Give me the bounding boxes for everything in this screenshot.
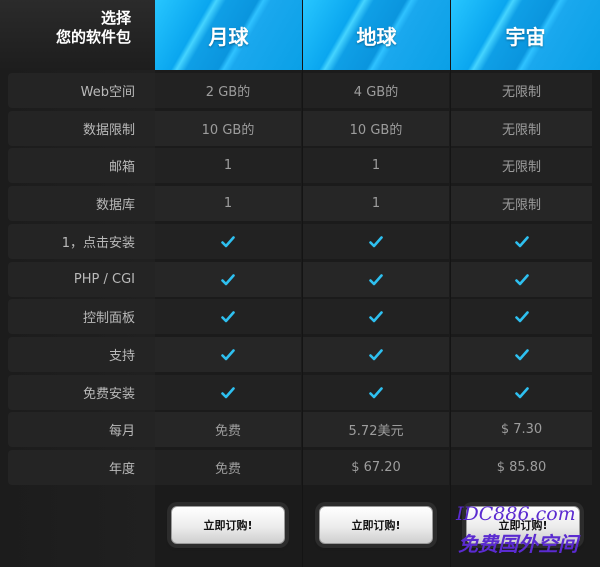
feature-label: 年度 <box>8 450 155 485</box>
feature-value: 1 <box>155 148 301 183</box>
feature-label: 1，点击安装 <box>8 224 155 259</box>
pricing-table: 选择 您的软件包 月球 地球 宇宙 Web空间 2 GB的 4 GB的 无限制 数据限制… <box>0 0 600 567</box>
feature-value: 2 GB的 <box>155 73 301 108</box>
plan-header-universe: 宇宙 <box>451 0 600 70</box>
check-icon <box>451 375 592 410</box>
feature-value: 1 <box>303 186 449 221</box>
check-icon <box>155 262 301 297</box>
feature-label: 数据限制 <box>8 111 155 146</box>
plan-header-moon: 月球 <box>155 0 302 70</box>
check-icon <box>451 262 592 297</box>
table-row: 1，点击安装 <box>8 224 600 259</box>
plan-name-moon: 月球 <box>208 24 249 49</box>
feature-value: 无限制 <box>451 73 592 108</box>
order-button-moon[interactable]: 立即订购! <box>171 506 285 544</box>
feature-value: 无限制 <box>451 148 592 183</box>
plan-name-universe: 宇宙 <box>505 24 546 49</box>
feature-value: 免费 <box>155 450 301 485</box>
feature-value: 5.72美元 <box>303 412 449 447</box>
check-icon <box>303 224 449 259</box>
table-corner: 选择 您的软件包 <box>0 0 155 70</box>
table-row: PHP / CGI <box>8 262 600 297</box>
feature-value: 10 GB的 <box>155 111 301 146</box>
feature-value: 4 GB的 <box>303 73 449 108</box>
table-row: 支持 <box>8 337 600 372</box>
table-row: 邮箱 1 1 无限制 <box>8 148 600 183</box>
feature-label: 每月 <box>8 412 155 447</box>
check-icon <box>451 337 592 372</box>
feature-value: 1 <box>155 186 301 221</box>
check-icon <box>155 224 301 259</box>
check-icon <box>451 299 592 334</box>
check-icon <box>155 375 301 410</box>
feature-value: 无限制 <box>451 111 592 146</box>
check-icon <box>155 337 301 372</box>
feature-value: 10 GB的 <box>303 111 449 146</box>
table-row: 数据限制 10 GB的 10 GB的 无限制 <box>8 111 600 146</box>
feature-value: 1 <box>303 148 449 183</box>
check-icon <box>303 262 449 297</box>
order-button-earth[interactable]: 立即订购! <box>319 506 433 544</box>
feature-label: Web空间 <box>8 73 155 108</box>
feature-label: 数据库 <box>8 186 155 221</box>
plan-name-earth: 地球 <box>356 24 397 49</box>
check-icon <box>303 375 449 410</box>
check-icon <box>303 337 449 372</box>
table-row: 年度 免费 $ 67.20 $ 85.80 <box>8 450 600 485</box>
feature-label: 免费安装 <box>8 375 155 410</box>
check-icon <box>451 224 592 259</box>
table-row: 数据库 1 1 无限制 <box>8 186 600 221</box>
table-row: 免费安装 <box>8 375 600 410</box>
check-icon <box>303 299 449 334</box>
feature-label: 控制面板 <box>8 299 155 334</box>
table-row: 控制面板 <box>8 299 600 334</box>
feature-label: PHP / CGI <box>8 262 155 297</box>
watermark-tagline: 免费国外空间 <box>458 532 578 556</box>
table-row: Web空间 2 GB的 4 GB的 无限制 <box>8 73 600 108</box>
feature-value: $ 7.30 <box>451 412 592 447</box>
feature-value: 免费 <box>155 412 301 447</box>
feature-label: 邮箱 <box>8 148 155 183</box>
feature-value: $ 85.80 <box>451 450 592 485</box>
feature-value: 无限制 <box>451 186 592 221</box>
plan-header-earth: 地球 <box>303 0 450 70</box>
check-icon <box>155 299 301 334</box>
watermark-domain: IDC886.com <box>456 503 576 525</box>
table-title: 选择 您的软件包 <box>55 9 131 46</box>
feature-value: $ 67.20 <box>303 450 449 485</box>
table-row: 每月 免费 5.72美元 $ 7.30 <box>8 412 600 447</box>
feature-label: 支持 <box>8 337 155 372</box>
